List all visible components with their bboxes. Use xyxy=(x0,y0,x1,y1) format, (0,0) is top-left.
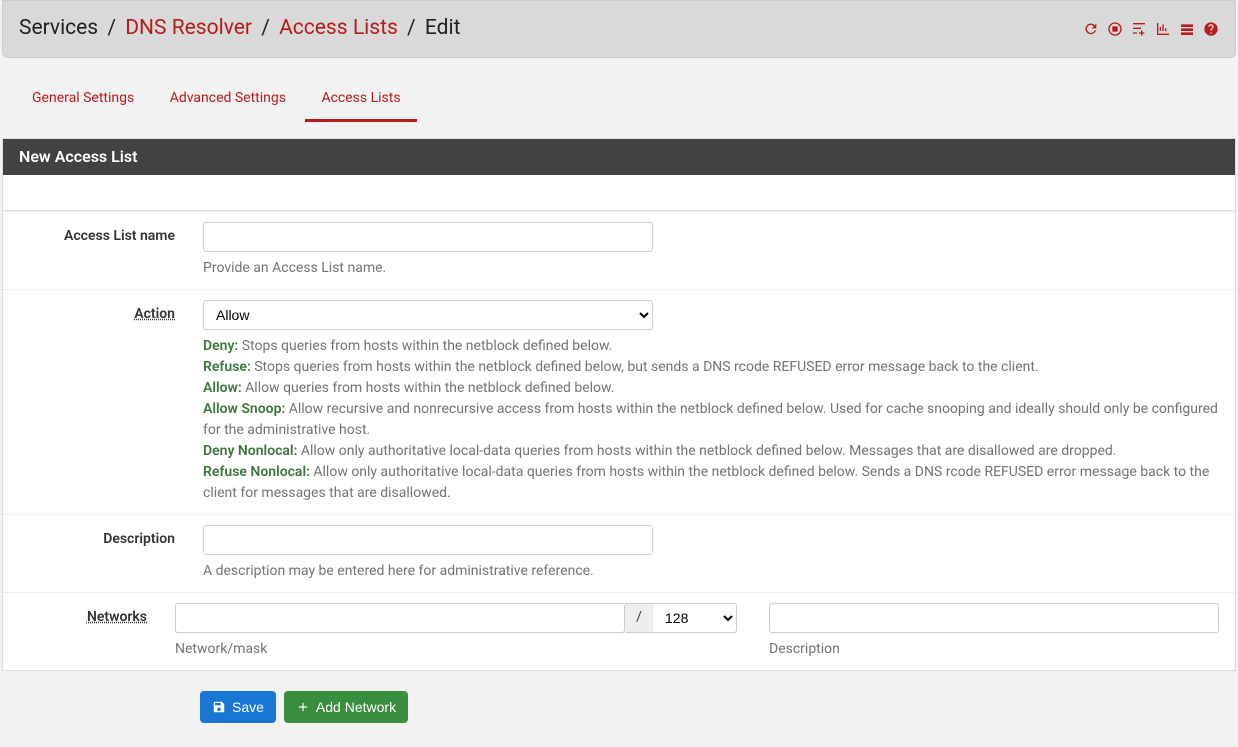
network-description-input[interactable] xyxy=(769,603,1219,633)
breadcrumb-service: Services xyxy=(19,16,98,40)
breadcrumb-edit: Edit xyxy=(425,16,461,40)
network-block: / 128 Network/mask xyxy=(175,603,737,660)
sliders-icon[interactable] xyxy=(1131,21,1147,37)
help-action: Deny: Stops queries from hosts within th… xyxy=(203,336,1219,504)
panel-new-acl: New Access List Access List name Provide… xyxy=(2,138,1236,671)
help-action-refuse-label: Refuse: xyxy=(203,359,251,375)
button-row: Save Add Network xyxy=(200,691,1238,723)
row-name: Access List name Provide an Access List … xyxy=(3,211,1235,289)
help-action-deny-text: Stops queries from hosts within the netb… xyxy=(238,338,612,354)
label-networks: Networks xyxy=(3,603,175,660)
tab-general-settings[interactable]: General Settings xyxy=(16,78,150,119)
help-action-allow-label: Allow: xyxy=(203,380,242,396)
add-network-button-label: Add Network xyxy=(316,699,396,715)
network-desc-block: Description xyxy=(769,603,1219,660)
breadcrumb-sep: / xyxy=(103,16,120,40)
tab-access-lists[interactable]: Access Lists xyxy=(305,78,416,122)
acl-name-input[interactable] xyxy=(203,222,653,252)
help-action-refuse-text: Stops queries from hosts within the netb… xyxy=(251,359,1039,375)
row-action: Action Allow Deny: Stops queries from ho… xyxy=(3,289,1235,514)
help-action-snoop-label: Allow Snoop: xyxy=(203,401,285,417)
mask-select[interactable]: 128 xyxy=(653,603,737,633)
header-icons xyxy=(1083,21,1219,37)
sublabel-network-mask: Network/mask xyxy=(175,639,737,660)
label-description: Description xyxy=(3,525,203,582)
save-button[interactable]: Save xyxy=(200,691,276,723)
help-action-snoop-text: Allow recursive and nonrecursive access … xyxy=(203,401,1218,438)
tabs: General Settings Advanced Settings Acces… xyxy=(16,78,1238,122)
help-action-deny-nl-text: Allow only authoritative local-data quer… xyxy=(297,443,1116,459)
tab-advanced-settings[interactable]: Advanced Settings xyxy=(154,78,302,119)
blank-row xyxy=(3,187,1235,211)
help-action-refuse-nl-label: Refuse Nonlocal: xyxy=(203,464,310,480)
label-action: Action xyxy=(3,300,203,504)
help-name: Provide an Access List name. xyxy=(203,258,1219,279)
breadcrumb-acl[interactable]: Access Lists xyxy=(279,16,398,40)
panel-heading: New Access List xyxy=(3,139,1235,175)
help-action-deny-label: Deny: xyxy=(203,338,238,354)
help-icon[interactable] xyxy=(1203,21,1219,37)
add-network-button[interactable]: Add Network xyxy=(284,691,408,723)
breadcrumb-sep: / xyxy=(403,16,420,40)
save-icon xyxy=(212,700,226,714)
plus-icon xyxy=(296,700,310,714)
breadcrumb-sep: / xyxy=(257,16,274,40)
help-action-allow-text: Allow queries from hosts within the netb… xyxy=(242,380,615,396)
save-button-label: Save xyxy=(232,699,264,715)
network-input[interactable] xyxy=(175,603,625,633)
breadcrumb: Services / DNS Resolver / Access Lists /… xyxy=(19,13,460,45)
breadcrumb-resolver[interactable]: DNS Resolver xyxy=(125,16,252,40)
slash-label: / xyxy=(625,603,653,633)
help-description: A description may be entered here for ad… xyxy=(203,561,1219,582)
help-action-deny-nl-label: Deny Nonlocal: xyxy=(203,443,297,459)
help-action-refuse-nl-text: Allow only authoritative local-data quer… xyxy=(203,464,1209,501)
row-description: Description A description may be entered… xyxy=(3,514,1235,592)
row-networks: Networks / 128 Network/mask Description xyxy=(3,592,1235,670)
action-select[interactable]: Allow xyxy=(203,300,653,330)
refresh-icon[interactable] xyxy=(1083,21,1099,37)
list-icon[interactable] xyxy=(1179,21,1195,37)
stop-circle-icon[interactable] xyxy=(1107,21,1123,37)
description-input[interactable] xyxy=(203,525,653,555)
label-name: Access List name xyxy=(3,222,203,279)
page-header: Services / DNS Resolver / Access Lists /… xyxy=(2,0,1236,58)
sublabel-net-description: Description xyxy=(769,639,1219,660)
chart-icon[interactable] xyxy=(1155,21,1171,37)
